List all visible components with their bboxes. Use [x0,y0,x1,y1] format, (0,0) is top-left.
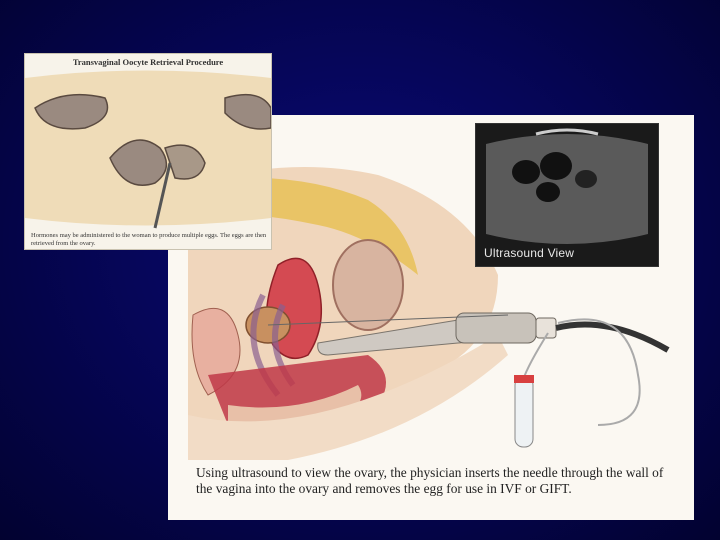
follicle [512,160,540,184]
ultrasound-label: Ultrasound View [484,246,575,260]
inset-caption: Hormones may be administered to the woma… [31,232,267,247]
test-tube [514,376,534,448]
inset-title: Transvaginal Oocyte Retrieval Procedure [72,57,224,67]
ultrasound-image [476,124,658,266]
test-tube-cap [514,375,534,383]
aspiration-tubing [557,318,641,426]
follicle [575,170,597,188]
probe-handle [455,312,537,344]
follicle [540,152,572,180]
inset-illustration: Transvaginal Oocyte Retrieval Procedure … [24,53,272,250]
ultrasound-view-panel: Ultrasound View [475,123,659,267]
follicle [536,182,560,202]
main-caption: Using ultrasound to view the ovary, the … [196,465,664,496]
ovary-closeup [25,70,271,229]
bladder [332,239,404,331]
ultrasound-scan-field [486,134,648,244]
probe-cable [555,321,670,353]
